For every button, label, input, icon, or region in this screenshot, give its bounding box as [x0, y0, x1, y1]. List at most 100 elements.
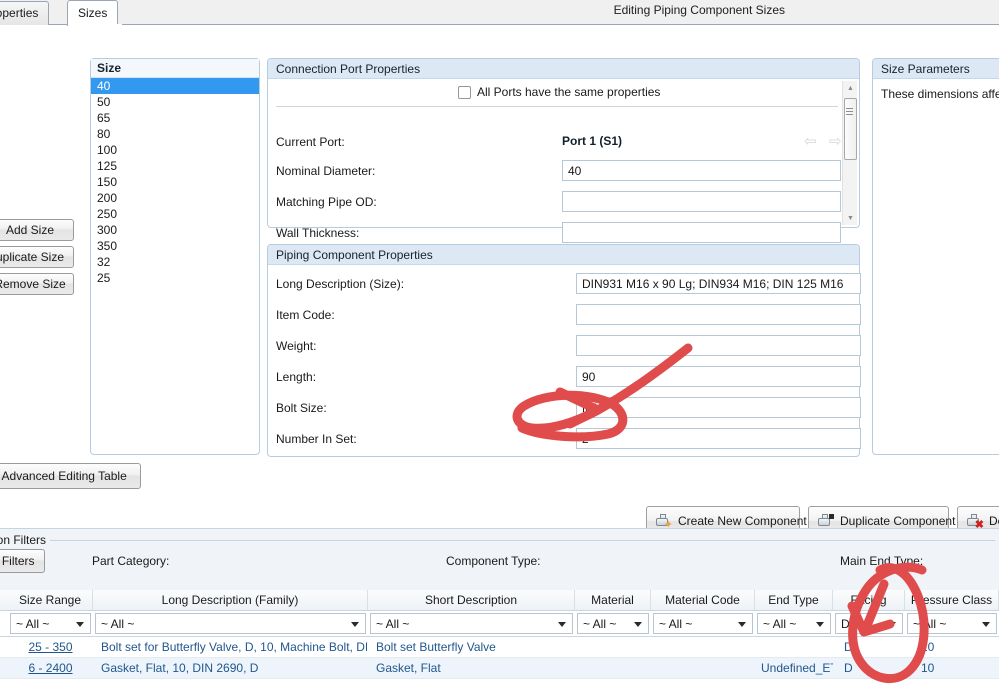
column-header-facing[interactable]: Facing — [833, 590, 905, 610]
cell-end-type: Undefined_ET — [761, 661, 833, 675]
size-list-item[interactable]: 65 — [91, 110, 259, 126]
size-list-item[interactable]: 80 — [91, 126, 259, 142]
bolt-size-field[interactable]: M16 — [576, 397, 861, 418]
item-code-field[interactable] — [576, 304, 861, 325]
cell-long-description: Gasket, Flat, 10, DIN 2690, D — [101, 661, 259, 675]
column-header-long-description[interactable]: Long Description (Family) — [93, 590, 368, 610]
all-ports-same-checkbox[interactable] — [458, 85, 471, 99]
column-header-size-range[interactable]: Size Range — [8, 590, 93, 610]
column-header-end-type[interactable]: End Type — [755, 590, 833, 610]
nominal-diameter-row: Nominal Diameter: 40 — [276, 160, 844, 182]
long-description-label: Long Description (Size): — [276, 277, 405, 291]
tab-active-seam — [68, 24, 122, 26]
item-code-label: Item Code: — [276, 308, 335, 322]
length-row: Length: 90 — [276, 366, 861, 388]
duplicate-component-label: Duplicate Component — [840, 514, 956, 528]
duplicate-size-button[interactable]: uplicate Size — [0, 246, 74, 268]
size-list-item[interactable]: 50 — [91, 94, 259, 110]
connection-port-scrollbar[interactable]: ▲ ▼ — [842, 81, 857, 225]
column-header-material[interactable]: Material — [575, 590, 651, 610]
table-row[interactable]: 6 - 2400 Gasket, Flat, 10, DIN 2690, D G… — [0, 658, 999, 679]
cpp-divider — [276, 106, 838, 107]
nominal-diameter-field[interactable]: 40 — [562, 160, 841, 181]
chevron-down-icon — [558, 622, 566, 627]
show-advanced-editing-table-button[interactable]: w Advanced Editing Table — [0, 463, 141, 489]
cell-short-description: Bolt set Butterfly Valve — [376, 640, 496, 654]
size-list-item[interactable]: 350 — [91, 238, 259, 254]
weight-label: Weight: — [276, 339, 317, 353]
grid-header-row: Size Range Long Description (Family) Sho… — [0, 590, 999, 611]
grid-filter-material-code[interactable]: ~ All ~ — [653, 613, 753, 634]
fitting-new-icon: ✦ — [655, 513, 673, 530]
size-list-item[interactable]: 250 — [91, 206, 259, 222]
weight-field[interactable] — [576, 335, 861, 356]
scroll-up-icon[interactable]: ▲ — [843, 81, 858, 95]
length-field[interactable]: 90 — [576, 366, 861, 387]
grid-filter-end-type[interactable]: ~ All ~ — [757, 613, 831, 634]
scrollbar-grip — [846, 108, 853, 109]
grid-filter-material[interactable]: ~ All ~ — [577, 613, 649, 634]
size-list-item[interactable]: 300 — [91, 222, 259, 238]
part-category-label: Part Category: — [92, 554, 170, 568]
cell-size-range[interactable]: 25 - 350 — [8, 637, 93, 657]
wall-thickness-field[interactable] — [562, 222, 841, 243]
column-header-material-code[interactable]: Material Code — [651, 590, 755, 610]
current-port-row: Current Port: Port 1 (S1) ⇦ ⇨ — [276, 131, 844, 153]
current-port-label: Current Port: — [276, 135, 345, 149]
add-size-button[interactable]: Add Size — [0, 219, 74, 241]
tab-sizes[interactable]: Sizes — [67, 0, 119, 26]
grid-filter-facing[interactable]: D — [835, 613, 903, 634]
nominal-diameter-label: Nominal Diameter: — [276, 164, 376, 178]
chevron-down-icon — [76, 622, 84, 627]
cell-pressure-class: 10 — [921, 661, 935, 675]
size-list-item[interactable]: 200 — [91, 190, 259, 206]
cell-long-description: Bolt set for Butterfly Valve, D, 10, Mac… — [101, 640, 367, 654]
column-header-short-description[interactable]: Short Description — [368, 590, 575, 610]
number-in-set-row: Number In Set: 2 — [276, 428, 861, 450]
connection-port-properties-title: Connection Port Properties — [268, 59, 859, 79]
size-list-item[interactable]: 100 — [91, 142, 259, 158]
length-label: Length: — [276, 370, 317, 384]
scroll-down-icon[interactable]: ▼ — [843, 211, 858, 225]
piping-component-properties-body: Long Description (Size): DIN931 M16 x 90… — [268, 265, 861, 456]
main-end-type-label: Main End Type: — [840, 554, 924, 568]
number-in-set-label: Number In Set: — [276, 432, 357, 446]
grid-filter-long-description[interactable]: ~ All ~ — [95, 613, 366, 634]
long-description-field[interactable]: DIN931 M16 x 90 Lg; DIN934 M16; DIN 125 … — [576, 273, 861, 294]
number-in-set-field[interactable]: 2 — [576, 428, 861, 449]
size-list-item[interactable]: 25 — [91, 270, 259, 286]
cell-short-description: Gasket, Flat — [376, 661, 441, 675]
size-parameters-panel: Size Parameters These dimensions affec — [872, 58, 999, 455]
common-filters-legend: non Filters — [0, 533, 51, 547]
grid-filter-size-range[interactable]: ~ All ~ — [10, 613, 91, 634]
remove-size-button[interactable]: Remove Size — [0, 273, 74, 295]
size-list-panel: Size 40 50 65 80 100 125 150 200 250 300… — [90, 58, 260, 455]
matching-pipe-od-row: Matching Pipe OD: — [276, 191, 844, 213]
cell-material-code — [653, 637, 755, 657]
size-list-item[interactable]: 32 — [91, 254, 259, 270]
tab-general-properties[interactable]: al Properties — [0, 1, 50, 25]
table-row[interactable]: 25 - 350 Bolt set for Butterfly Valve, D… — [0, 637, 999, 658]
all-ports-same-row[interactable]: All Ports have the same properties — [458, 85, 660, 99]
bolt-size-row: Bolt Size: M16 — [276, 397, 861, 419]
connection-port-properties-panel: Connection Port Properties All Ports hav… — [267, 58, 860, 243]
size-list-header: Size — [91, 59, 259, 78]
arrow-left-icon[interactable]: ⇦ — [804, 134, 820, 149]
matching-pipe-od-field[interactable] — [562, 191, 841, 212]
grid-filter-pressure-class[interactable]: ~ All ~ — [907, 613, 997, 634]
size-list-body[interactable]: 40 50 65 80 100 125 150 200 250 300 350 … — [91, 78, 259, 286]
size-list-item[interactable]: 40 — [91, 78, 259, 94]
grid-filter-short-description[interactable]: ~ All ~ — [370, 613, 573, 634]
cell-pressure-class: 10 — [921, 640, 935, 654]
piping-component-properties-panel: Piping Component Properties Long Descrip… — [267, 244, 861, 457]
cell-size-range[interactable]: 6 - 2400 — [8, 658, 93, 678]
column-header-pressure-class[interactable]: Pressure Class — [905, 590, 999, 610]
reset-filters-button[interactable]: et Filters — [0, 549, 45, 573]
size-list-item[interactable]: 150 — [91, 174, 259, 190]
size-list-item[interactable]: 125 — [91, 158, 259, 174]
connection-port-properties-body: All Ports have the same properties Curre… — [268, 79, 859, 243]
chevron-down-icon — [982, 622, 990, 627]
sizes-page: Size 40 50 65 80 100 125 150 200 250 300… — [0, 25, 999, 536]
all-ports-same-label: All Ports have the same properties — [477, 85, 661, 99]
matching-pipe-od-label: Matching Pipe OD: — [276, 195, 377, 209]
